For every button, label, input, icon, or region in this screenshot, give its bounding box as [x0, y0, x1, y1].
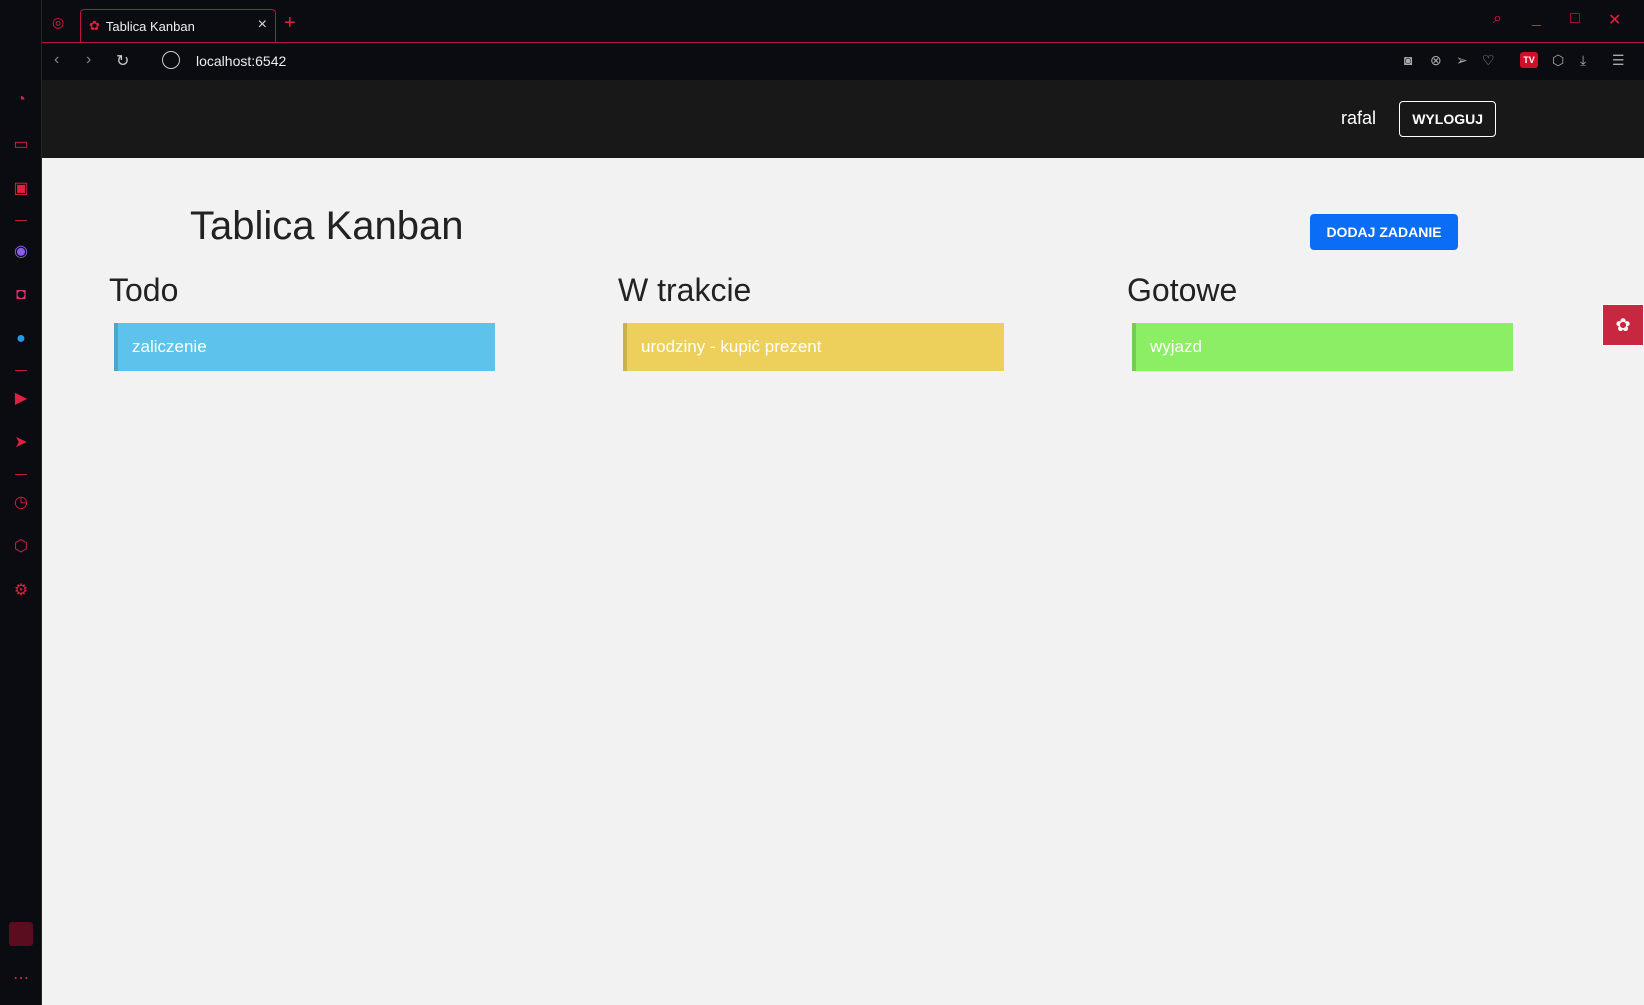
extensions-cube-icon[interactable]: ⬡: [9, 534, 33, 558]
twitch-icon[interactable]: ▣: [9, 176, 33, 200]
page-title: Tablica Kanban: [190, 204, 464, 248]
url-field[interactable]: localhost:6542: [196, 53, 286, 69]
download-icon[interactable]: ⤓: [1580, 52, 1586, 69]
browser-sidebar: ◔ ▭ ▣ ◉ ◘ ● ▶ ➤ ◷ ⬡ ⚙ ⋯: [0, 0, 42, 1005]
globe-icon: [162, 51, 180, 69]
username-label: rafal: [1340, 108, 1376, 128]
column-todo: Todo zaliczenie: [109, 272, 509, 371]
forward-icon[interactable]: ›: [86, 51, 91, 69]
search-icon[interactable]: ⌕: [1493, 10, 1502, 28]
maximize-icon[interactable]: □: [1570, 10, 1580, 28]
sidebar-divider: [15, 474, 27, 475]
tab-strip: ◎ ✿ Tablica Kanban × + ⌕ _ □ ✕: [42, 0, 1644, 42]
add-task-button[interactable]: DODAJ ZADANIE: [1310, 214, 1458, 250]
tab-close-icon[interactable]: ×: [258, 16, 267, 34]
address-bar: ‹ › ↻ localhost:6542 ◙ ⊗ ➢ ♡ TV ⬡ ⤓ ☰: [42, 42, 1644, 80]
easy-setup-icon[interactable]: ☰: [1612, 52, 1625, 69]
extensions-icon[interactable]: ⬡: [1552, 52, 1564, 69]
reload-icon[interactable]: ↻: [116, 51, 129, 71]
gaming-controller-icon[interactable]: ◎: [52, 14, 64, 31]
twitter-icon[interactable]: ●: [9, 327, 33, 351]
back-icon[interactable]: ‹: [54, 51, 59, 69]
browser-window: ◔ ▭ ▣ ◉ ◘ ● ▶ ➤ ◷ ⬡ ⚙ ⋯ ◎ ✿ Tablica Kanb…: [0, 0, 1644, 1005]
ad-block-icon[interactable]: ⊗: [1430, 52, 1442, 69]
profile-icon[interactable]: [9, 922, 33, 946]
column-in-progress: W trakcie urodziny - kupić prezent: [618, 272, 1018, 371]
column-title: Gotowe: [1127, 272, 1238, 308]
player-icon[interactable]: ▶: [9, 386, 33, 410]
heart-icon[interactable]: ♡: [1482, 52, 1495, 69]
more-icon[interactable]: ⋯: [9, 966, 33, 990]
settings-gear-icon[interactable]: ⚙: [9, 578, 33, 602]
page-viewport: rafal WYLOGUJ Tablica Kanban DODAJ ZADAN…: [42, 80, 1644, 1005]
send-icon[interactable]: ➤: [9, 430, 33, 454]
new-tab-plus-icon[interactable]: +: [284, 12, 296, 35]
shopping-icon[interactable]: ▭: [9, 132, 33, 156]
messenger-icon[interactable]: ◉: [9, 239, 33, 263]
app-navbar: rafal WYLOGUJ: [42, 80, 1644, 158]
close-window-icon[interactable]: ✕: [1608, 10, 1621, 30]
instagram-icon[interactable]: ◘: [9, 283, 33, 307]
minimize-icon[interactable]: _: [1532, 10, 1541, 28]
tab-active[interactable]: ✿ Tablica Kanban ×: [80, 9, 276, 42]
flow-send-icon[interactable]: ➢: [1456, 52, 1468, 69]
column-title: W trakcie: [618, 272, 752, 308]
tv-extension-icon[interactable]: TV: [1520, 52, 1538, 68]
tab-favicon-icon: ✿: [89, 18, 100, 33]
column-done: Gotowe wyjazd: [1127, 272, 1527, 371]
sidebar-divider: [15, 370, 27, 371]
column-title: Todo: [109, 272, 179, 308]
task-card[interactable]: urodziny - kupić prezent: [623, 323, 1004, 371]
task-card[interactable]: zaliczenie: [114, 323, 495, 371]
speed-dial-icon[interactable]: ◔: [9, 88, 33, 112]
history-icon[interactable]: ◷: [9, 490, 33, 514]
task-card[interactable]: wyjazd: [1132, 323, 1513, 371]
logout-button[interactable]: WYLOGUJ: [1399, 101, 1496, 137]
floating-widget-icon[interactable]: ✿: [1602, 304, 1644, 346]
tab-title: Tablica Kanban: [105, 18, 195, 34]
sidebar-divider: [15, 220, 27, 221]
snapshot-camera-icon[interactable]: ◙: [1404, 52, 1412, 68]
